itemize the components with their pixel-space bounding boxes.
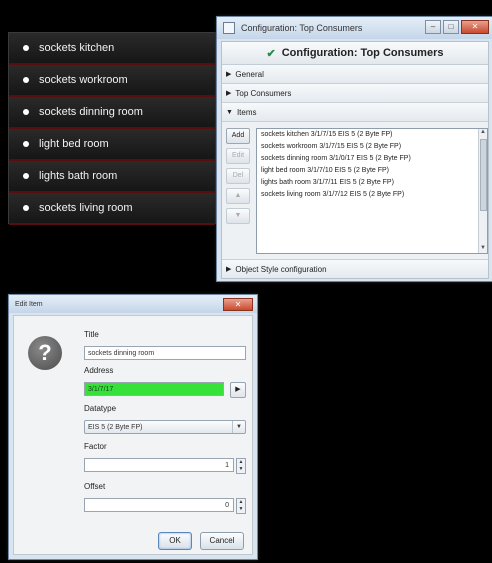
section-object-style[interactable]: ▶ Object Style configuration [222,259,488,278]
offset-field[interactable]: 0 [84,498,234,512]
bullet-icon [23,45,29,51]
address-label: Address [84,366,114,375]
list-item[interactable]: light bed room 3/1/7/10 EIS 5 (2 Byte FP… [257,165,487,177]
list-item[interactable]: sockets workroom [9,65,215,97]
factor-label: Factor [84,442,107,451]
title-field[interactable]: sockets dinning room [84,346,246,360]
list-item[interactable]: sockets kitchen 3/1/7/15 EIS 5 (2 Byte F… [257,129,487,141]
top-consumers-widget: sockets kitchen sockets workroom sockets… [8,32,216,225]
vertical-scrollbar[interactable]: ▲ ▼ [478,129,487,253]
spin-up-icon[interactable]: ▲ [237,459,245,466]
dialog-titlebar[interactable]: Edit Item ✕ [9,295,257,313]
ok-button[interactable]: OK [158,532,192,550]
bullet-icon [23,77,29,83]
item-buttons: Add Edit Del ▲ ▼ [226,128,250,228]
title-label: Title [84,330,99,339]
address-field[interactable]: 3/1/7/17 [84,382,224,396]
section-top-consumers[interactable]: ▶ Top Consumers [222,84,488,103]
list-item[interactable]: sockets living room 3/1/7/12 EIS 5 (2 By… [257,189,487,201]
section-label: General [235,69,264,79]
spin-up-icon[interactable]: ▲ [237,499,245,506]
configuration-window: Configuration: Top Consumers – □ ✕ ✔ Con… [216,16,492,282]
section-label: Object Style configuration [235,264,327,274]
list-item[interactable]: sockets workroom 3/1/7/15 EIS 5 (2 Byte … [257,141,487,153]
consumer-label: sockets living room [39,202,133,214]
scroll-up-icon[interactable]: ▲ [479,129,487,137]
spin-down-icon[interactable]: ▼ [237,506,245,513]
section-label: Top Consumers [235,88,292,98]
spin-down-icon[interactable]: ▼ [237,466,245,473]
list-item[interactable]: lights bath room 3/1/7/11 EIS 5 (2 Byte … [257,177,487,189]
list-item[interactable]: sockets living room [9,193,215,225]
edit-button[interactable]: Edit [226,148,250,164]
items-editor: Add Edit Del ▲ ▼ sockets kitchen 3/1/7/1… [222,122,488,263]
move-down-button[interactable]: ▼ [226,208,250,224]
list-item[interactable]: sockets dinning room [9,97,215,129]
close-button[interactable]: ✕ [461,20,489,34]
bullet-icon [23,141,29,147]
maximize-button[interactable]: □ [443,20,459,34]
config-icon: ✔ [266,47,276,60]
dialog-title: Edit Item [15,300,43,308]
bullet-icon [23,173,29,179]
consumer-label: sockets workroom [39,74,128,86]
expand-arrow-icon: ▶ [226,266,232,273]
minimize-button[interactable]: – [425,20,441,34]
expand-arrow-icon: ▶ [226,71,232,78]
scrollbar-thumb[interactable] [480,139,487,211]
consumer-label: lights bath room [39,170,118,182]
items-list[interactable]: sockets kitchen 3/1/7/15 EIS 5 (2 Byte F… [256,128,488,254]
app-icon [223,22,235,34]
chevron-down-icon[interactable]: ▼ [232,421,245,433]
help-icon: ? [28,336,62,370]
move-up-button[interactable]: ▲ [226,188,250,204]
bullet-icon [23,205,29,211]
factor-field[interactable]: 1 [84,458,234,472]
list-item[interactable]: lights bath room [9,161,215,193]
list-item[interactable]: light bed room [9,129,215,161]
consumer-label: sockets kitchen [39,42,115,54]
panel-header: ✔ Configuration: Top Consumers [222,42,488,65]
address-picker-button[interactable]: ▶ [230,382,246,398]
delete-button[interactable]: Del [226,168,250,184]
section-label: Items [236,107,257,117]
list-item[interactable]: sockets kitchen [9,33,215,65]
section-general[interactable]: ▶ General [222,65,488,84]
collapse-arrow-icon: ▼ [226,108,233,116]
offset-label: Offset [84,482,106,491]
expand-arrow-icon: ▶ [226,90,232,97]
bullet-icon [23,109,29,115]
list-item[interactable]: sockets dinning room 3/1/0/17 EIS 5 (2 B… [257,153,487,165]
datatype-select[interactable]: EIS 5 (2 Byte FP) ▼ [84,420,246,434]
datatype-value: EIS 5 (2 Byte FP) [88,424,143,431]
window-title: Configuration: Top Consumers [241,23,363,33]
window-titlebar[interactable]: Configuration: Top Consumers – □ ✕ [217,17,492,39]
cancel-button[interactable]: Cancel [200,532,244,550]
add-button[interactable]: Add [226,128,250,144]
panel-title: Configuration: Top Consumers [281,47,444,59]
section-items[interactable]: ▼ Items [222,103,488,122]
datatype-label: Datatype [84,404,117,413]
edit-item-dialog: Edit Item ✕ ? Title sockets dinning room… [8,294,258,560]
scroll-down-icon[interactable]: ▼ [479,245,487,253]
dialog-body: ? Title sockets dinning room Address 3/1… [13,315,253,555]
factor-spinner[interactable]: ▲ ▼ [236,458,246,474]
consumer-label: light bed room [39,138,109,150]
offset-spinner[interactable]: ▲ ▼ [236,498,246,514]
consumer-label: sockets dinning room [39,106,143,118]
close-button[interactable]: ✕ [223,298,253,311]
config-panel: ✔ Configuration: Top Consumers ▶ General … [221,41,489,279]
window-controls: – □ ✕ [425,20,489,34]
